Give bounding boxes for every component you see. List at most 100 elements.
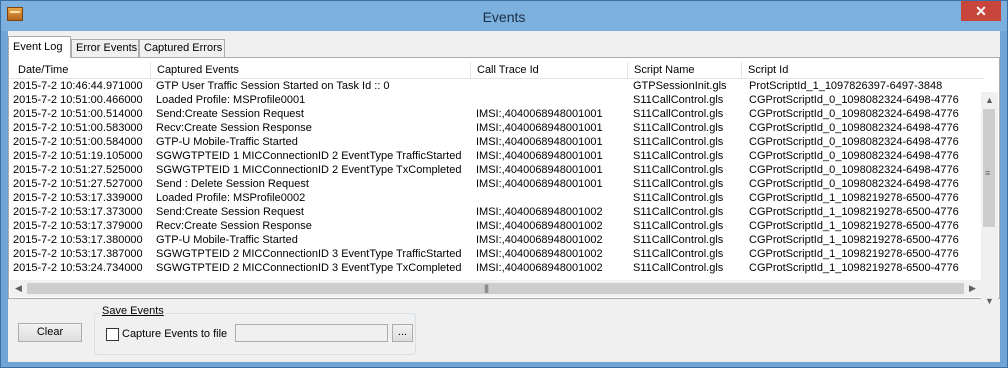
table-row[interactable]: 2015-7-2 10:51:27.525000 SGWGTPTEID 1 MIC…	[10, 163, 984, 177]
table-row[interactable]: 2015-7-2 10:51:00.583000 Recv:Create Sess…	[10, 121, 984, 135]
clear-button[interactable]: Clear	[18, 323, 82, 342]
column-header-datetime[interactable]: Date/Time	[10, 62, 150, 78]
tab-event-log[interactable]: Event Log	[8, 36, 71, 58]
cell-datetime: 2015-7-2 10:51:19.105000	[13, 150, 143, 162]
cell-datetime: 2015-7-2 10:51:27.527000	[13, 178, 143, 190]
table-row[interactable]: 2015-7-2 10:53:17.373000 Send:Create Sess…	[10, 205, 984, 219]
cell-datetime: 2015-7-2 10:51:00.514000	[13, 108, 143, 120]
cell-datetime: 2015-7-2 10:51:27.525000	[13, 164, 143, 176]
event-table[interactable]: Date/Time Captured Events Call Trace Id …	[10, 62, 984, 282]
cell-call-trace-id: IMSI:,4040068948001001	[476, 150, 603, 162]
column-header-script-id[interactable]: Script Id	[741, 62, 984, 78]
cell-script-name: S11CallControl.gls	[633, 108, 724, 120]
table-row[interactable]: 2015-7-2 10:51:00.514000 Send:Create Sess…	[10, 107, 984, 121]
column-header-captured-events[interactable]: Captured Events	[150, 62, 470, 78]
cell-datetime: 2015-7-2 10:53:24.734000	[13, 262, 143, 274]
tab-error-events[interactable]: Error Events	[71, 39, 139, 57]
cell-script-id: CGProtScriptId_1_1098219278-6500-4776	[749, 248, 959, 260]
table-row[interactable]: 2015-7-2 10:51:00.584000 GTP-U Mobile-Tra…	[10, 135, 984, 149]
cell-call-trace-id: IMSI:,4040068948001002	[476, 206, 603, 218]
vertical-scrollbar[interactable]: ▲ ≡ ▼	[981, 92, 998, 310]
table-row[interactable]: 2015-7-2 10:46:44.971000 GTP User Traffic…	[10, 79, 984, 93]
vertical-grip-icon: ≡	[985, 168, 990, 178]
cell-script-name: S11CallControl.gls	[633, 192, 724, 204]
column-header-call-trace-id[interactable]: Call Trace Id	[470, 62, 627, 78]
cell-datetime: 2015-7-2 10:51:00.583000	[13, 122, 143, 134]
cell-script-name: S11CallControl.gls	[633, 150, 724, 162]
cell-captured-event: GTP-U Mobile-Traffic Started	[156, 136, 298, 148]
cell-script-id: CGProtScriptId_1_1098219278-6500-4776	[749, 192, 959, 204]
scroll-left-icon[interactable]: ◀	[10, 280, 27, 297]
cell-script-name: S11CallControl.gls	[633, 178, 724, 190]
cell-call-trace-id: IMSI:,4040068948001001	[476, 178, 603, 190]
cell-script-id: CGProtScriptId_0_1098082324-6498-4776	[749, 122, 959, 134]
table-row[interactable]: 2015-7-2 10:53:17.339000 Loaded Profile: …	[10, 191, 984, 205]
browse-button[interactable]: ...	[392, 324, 413, 342]
cell-datetime: 2015-7-2 10:53:17.379000	[13, 220, 143, 232]
cell-script-name: S11CallControl.gls	[633, 234, 724, 246]
horizontal-scroll-thumb[interactable]	[27, 283, 964, 294]
client-area: Event Log Error Events Captured Errors D…	[8, 31, 1000, 362]
horizontal-grip-icon: |||	[484, 283, 489, 293]
cell-call-trace-id: IMSI:,4040068948001001	[476, 164, 603, 176]
table-row[interactable]: 2015-7-2 10:53:17.380000 GTP-U Mobile-Tra…	[10, 233, 984, 247]
capture-events-label[interactable]: Capture Events to file	[122, 328, 227, 340]
table-row[interactable]: 2015-7-2 10:51:00.466000 Loaded Profile: …	[10, 93, 984, 107]
capture-file-path-input[interactable]	[235, 324, 388, 342]
cell-script-name: S11CallControl.gls	[633, 220, 724, 232]
cell-call-trace-id: IMSI:,4040068948001002	[476, 234, 603, 246]
cell-datetime: 2015-7-2 10:53:17.387000	[13, 248, 143, 260]
cell-script-name: S11CallControl.gls	[633, 94, 724, 106]
cell-call-trace-id: IMSI:,4040068948001001	[476, 108, 603, 120]
cell-call-trace-id: IMSI:,4040068948001002	[476, 220, 603, 232]
cell-call-trace-id: IMSI:,4040068948001002	[476, 248, 603, 260]
title-bar[interactable]: Events ✕	[1, 1, 1007, 31]
scroll-corner	[981, 280, 998, 297]
event-log-panel: Date/Time Captured Events Call Trace Id …	[8, 57, 1000, 310]
cell-script-id: CGProtScriptId_0_1098082324-6498-4776	[749, 178, 959, 190]
cell-script-id: CGProtScriptId_0_1098082324-6498-4776	[749, 94, 959, 106]
save-events-title: Save Events	[100, 305, 166, 317]
cell-script-name: S11CallControl.gls	[633, 122, 724, 134]
cell-captured-event: Send : Delete Session Request	[156, 178, 309, 190]
cell-script-name: S11CallControl.gls	[633, 136, 724, 148]
cell-captured-event: SGWGTPTEID 1 MICConnectionID 2 EventType…	[156, 150, 462, 162]
column-header-script-name[interactable]: Script Name	[627, 62, 741, 78]
cell-script-id: ProtScriptId_1_1097826397-6497-3848	[749, 80, 943, 92]
cell-script-id: CGProtScriptId_0_1098082324-6498-4776	[749, 150, 959, 162]
close-button[interactable]: ✕	[961, 1, 1001, 21]
table-row[interactable]: 2015-7-2 10:51:19.105000 SGWGTPTEID 1 MIC…	[10, 149, 984, 163]
table-body: 2015-7-2 10:46:44.971000 GTP User Traffic…	[10, 79, 984, 275]
cell-script-id: CGProtScriptId_1_1098219278-6500-4776	[749, 234, 959, 246]
cell-script-id: CGProtScriptId_0_1098082324-6498-4776	[749, 108, 959, 120]
tab-captured-errors[interactable]: Captured Errors	[139, 39, 225, 57]
cell-script-id: CGProtScriptId_1_1098219278-6500-4776	[749, 220, 959, 232]
horizontal-scrollbar[interactable]: ◀ ||| ▶	[10, 280, 981, 297]
cell-script-name: S11CallControl.gls	[633, 206, 724, 218]
cell-script-id: CGProtScriptId_0_1098082324-6498-4776	[749, 164, 959, 176]
capture-events-checkbox[interactable]	[106, 328, 119, 341]
cell-captured-event: Loaded Profile: MSProfile0002	[156, 192, 306, 204]
cell-captured-event: SGWGTPTEID 2 MICConnectionID 3 EventType…	[156, 262, 462, 274]
table-row[interactable]: 2015-7-2 10:53:17.379000 Recv:Create Sess…	[10, 219, 984, 233]
cell-script-id: CGProtScriptId_1_1098219278-6500-4776	[749, 206, 959, 218]
cell-datetime: 2015-7-2 10:51:00.466000	[13, 94, 143, 106]
cell-captured-event: Send:Create Session Request	[156, 206, 304, 218]
cell-captured-event: SGWGTPTEID 1 MICConnectionID 2 EventType…	[156, 164, 462, 176]
table-row[interactable]: 2015-7-2 10:51:27.527000 Send : Delete Se…	[10, 177, 984, 191]
cell-script-name: S11CallControl.gls	[633, 164, 724, 176]
table-row[interactable]: 2015-7-2 10:53:24.734000 SGWGTPTEID 2 MIC…	[10, 261, 984, 275]
table-row[interactable]: 2015-7-2 10:53:17.387000 SGWGTPTEID 2 MIC…	[10, 247, 984, 261]
cell-call-trace-id: IMSI:,4040068948001002	[476, 262, 603, 274]
scroll-up-icon[interactable]: ▲	[981, 92, 998, 109]
scroll-right-icon[interactable]: ▶	[964, 280, 981, 297]
cell-captured-event: Send:Create Session Request	[156, 108, 304, 120]
cell-datetime: 2015-7-2 10:53:17.373000	[13, 206, 143, 218]
cell-captured-event: Recv:Create Session Response	[156, 122, 312, 134]
cell-call-trace-id: IMSI:,4040068948001001	[476, 122, 603, 134]
cell-script-id: CGProtScriptId_0_1098082324-6498-4776	[749, 136, 959, 148]
cell-datetime: 2015-7-2 10:46:44.971000	[13, 80, 143, 92]
cell-script-name: GTPSessionInit.gls	[633, 80, 727, 92]
cell-datetime: 2015-7-2 10:51:00.584000	[13, 136, 143, 148]
events-window: Events ✕ Event Log Error Events Captured…	[0, 0, 1008, 368]
